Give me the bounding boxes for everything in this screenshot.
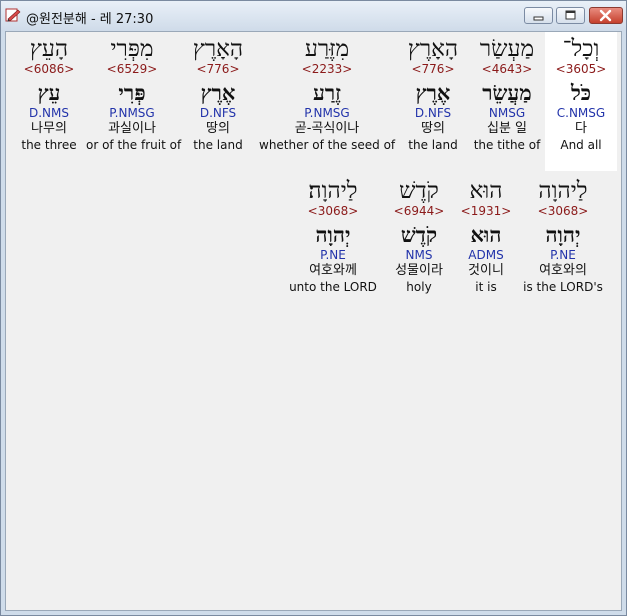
hebrew-word: הָאָרֶץ	[407, 36, 459, 62]
title-bar[interactable]: @원전분해 - 레 27:30	[1, 1, 626, 31]
interlinear-view[interactable]: וְכָל־ <3605> כֹּל C.NMSG 다 And all מַעְ…	[5, 31, 622, 611]
strong-number[interactable]: <3068>	[286, 204, 380, 219]
maximize-icon	[565, 10, 576, 20]
word-cell[interactable]: וְכָל־ <3605> כֹּל C.NMSG 다 And all	[545, 32, 617, 171]
strong-number[interactable]: <6529>	[86, 62, 178, 77]
korean-gloss: 땅의	[421, 121, 445, 136]
lemma: הוּא	[470, 222, 502, 247]
korean-gloss: 다	[575, 121, 587, 136]
parsing-code: D.NMS	[28, 106, 69, 120]
minimize-icon	[533, 16, 544, 21]
english-gloss: the three	[21, 138, 77, 152]
parsing-code: P.NMSG	[304, 106, 350, 120]
lemma: יְהוָה	[315, 222, 351, 247]
lemma: פְּרִי	[118, 80, 146, 105]
parsing-code: P.NE	[550, 248, 576, 262]
korean-gloss: 성물이라	[395, 263, 443, 278]
english-gloss: And all	[560, 138, 602, 152]
english-gloss: is the LORD's	[523, 280, 603, 294]
parsing-code: NMSG	[488, 106, 526, 120]
word-cell[interactable]: לַיהוָה <3068> יְהוָה P.NE 여호와의 is the L…	[520, 174, 606, 295]
hebrew-word: מִזֶּרַע	[304, 36, 350, 62]
word-cell[interactable]: הָאָרֶץ <776> אֶרֶץ D.NFS 땅의 the land	[398, 32, 468, 153]
hebrew-word: לַיהוָה׃	[308, 178, 358, 204]
korean-gloss: 곧-곡식이나	[294, 121, 360, 136]
korean-gloss: 것이니	[468, 263, 504, 278]
english-gloss: it is	[475, 280, 497, 294]
close-icon	[599, 9, 612, 22]
lemma: זֶרַע	[312, 80, 342, 105]
word-cell[interactable]: קֹדֶשׁ <6944> קֹדֶשׁ NMS 성물이라 holy	[384, 174, 454, 295]
hebrew-word: לַיהוָה	[538, 178, 588, 204]
lemma: עֵץ	[37, 80, 61, 105]
english-gloss: whether of the seed of	[259, 138, 396, 152]
lemma: מַעֲשֵׂר	[482, 80, 532, 105]
word-cell[interactable]: הָאָרֶץ <776> אֶרֶץ D.NFS 땅의 the land	[183, 32, 253, 153]
korean-gloss: 여호와께	[309, 263, 357, 278]
hebrew-word: מִפְּרִי	[110, 36, 154, 62]
hebrew-word: הָאָרֶץ	[192, 36, 244, 62]
hebrew-word: וְכָל־	[562, 36, 600, 62]
word-cell[interactable]: מִזֶּרַע <2233> זֶרַע P.NMSG 곧-곡식이나 whet…	[259, 32, 395, 153]
word-cell[interactable]: מַעְשַׂר <4643> מַעֲשֵׂר NMSG 십분 일 the t…	[469, 32, 545, 153]
strong-number[interactable]: <776>	[183, 62, 253, 77]
parsing-code: C.NMSG	[556, 106, 606, 120]
strong-number[interactable]: <3068>	[520, 204, 606, 219]
parsing-code: D.NFS	[199, 106, 237, 120]
lemma: אֶרֶץ	[200, 80, 236, 105]
hebrew-word: הָעֵץ	[29, 36, 69, 62]
korean-gloss: 과실이나	[108, 121, 156, 136]
korean-gloss: 나무의	[31, 121, 67, 136]
strong-number[interactable]: <4643>	[469, 62, 545, 77]
minimize-button[interactable]	[524, 7, 553, 24]
parsing-code: P.NMSG	[109, 106, 155, 120]
strong-number[interactable]: <6944>	[384, 204, 454, 219]
english-gloss: the land	[193, 138, 243, 152]
lemma: אֶרֶץ	[415, 80, 451, 105]
parsing-code: NMS	[405, 248, 433, 262]
lemma: יְהוָה	[545, 222, 581, 247]
parsing-code: D.NFS	[414, 106, 452, 120]
app-icon	[5, 8, 21, 22]
close-button[interactable]	[589, 7, 623, 24]
english-gloss: the land	[408, 138, 458, 152]
word-cell[interactable]: הוּא <1931> הוּא ADMS 것이니 it is	[457, 174, 515, 295]
korean-gloss: 여호와의	[539, 263, 587, 278]
strong-number[interactable]: <6086>	[16, 62, 82, 77]
hebrew-word: הוּא	[469, 178, 503, 204]
english-gloss: the tithe of	[473, 138, 541, 152]
strong-number[interactable]: <1931>	[457, 204, 515, 219]
hebrew-word: מַעְשַׂר	[479, 36, 535, 62]
word-cell[interactable]: לַיהוָה׃ <3068> יְהוָה P.NE 여호와께 unto th…	[286, 174, 380, 295]
app-window: @원전분해 - 레 27:30 וְכָל־ <3605> כֹּל C.NMS…	[0, 0, 627, 616]
strong-number[interactable]: <3605>	[545, 62, 617, 77]
korean-gloss: 십분 일	[486, 121, 527, 136]
maximize-button[interactable]	[556, 7, 585, 24]
english-gloss: unto the LORD	[289, 280, 377, 294]
english-gloss: holy	[406, 280, 432, 294]
window-title: @원전분해 - 레 27:30	[26, 12, 154, 27]
korean-gloss: 땅의	[206, 121, 230, 136]
word-cell[interactable]: מִפְּרִי <6529> פְּרִי P.NMSG 과실이나 or of…	[86, 32, 182, 153]
lemma: קֹדֶשׁ	[400, 222, 438, 247]
lemma: כֹּל	[570, 80, 592, 105]
word-cell[interactable]: הָעֵץ <6086> עֵץ D.NMS 나무의 the three	[16, 32, 82, 153]
strong-number[interactable]: <776>	[398, 62, 468, 77]
hebrew-word: קֹדֶשׁ	[399, 178, 439, 204]
parsing-code: P.NE	[320, 248, 346, 262]
english-gloss: or of the fruit of	[86, 138, 182, 152]
strong-number[interactable]: <2233>	[259, 62, 395, 77]
parsing-code: ADMS	[468, 248, 504, 262]
